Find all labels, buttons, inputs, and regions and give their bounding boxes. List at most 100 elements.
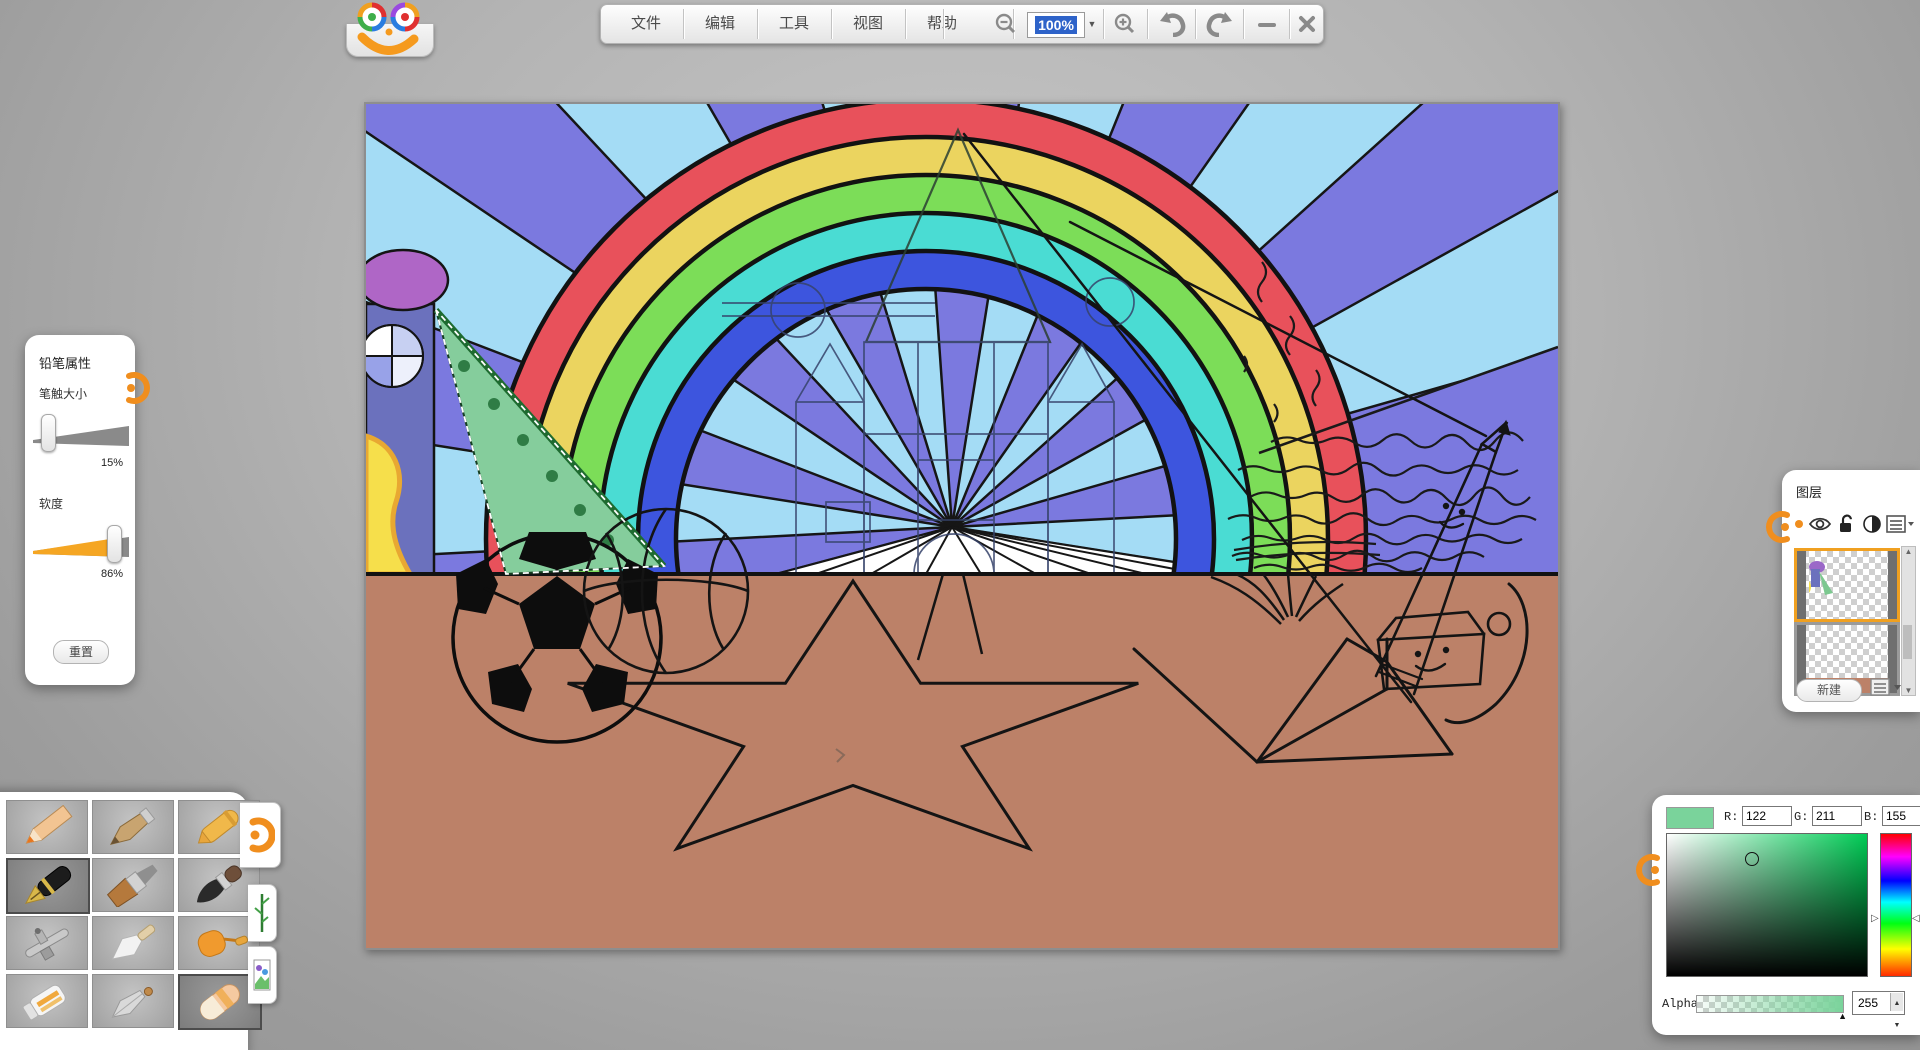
ink-brush-icon [187,863,251,907]
menu-tools[interactable]: 工具 [759,5,829,43]
menu-edit[interactable]: 编辑 [685,5,755,43]
palette-handle-icon [245,815,275,855]
panel-title: 铅笔属性 [39,353,91,372]
menu-view[interactable]: 视图 [833,5,903,43]
tool-paint-bottle[interactable] [6,974,88,1028]
brush-size-label: 笔触大小 [39,385,87,402]
layers-title: 图层 [1796,482,1822,501]
redo-button[interactable] [1199,8,1241,40]
menu-help[interactable]: 帮助 [907,5,977,43]
tool-colored-pencil[interactable] [6,800,88,854]
picture-stamp-icon [253,954,271,996]
reset-button[interactable]: 重置 [53,640,109,664]
zoom-level-field[interactable]: 100% [1027,12,1085,38]
palette-knife-icon [101,921,165,965]
r-input[interactable] [1742,806,1792,826]
magnifier-plus-icon [1113,12,1137,36]
undo-icon [1157,11,1187,37]
unlock-icon [1836,514,1856,534]
hue-marker-left[interactable]: ▷ [1871,913,1879,924]
redo-icon [1205,11,1235,37]
scroll-up-arrow[interactable]: ▲ [1902,547,1915,556]
app-window: 文件 编辑 工具 视图 帮助 100% ▼ [0,0,1920,1050]
fountain-pen-icon [16,864,80,908]
menu-file[interactable]: 文件 [611,5,681,43]
alpha-slider[interactable]: ▲ [1696,995,1844,1013]
clown-smile [362,37,414,51]
alpha-spinner[interactable]: ▲▼ [1890,993,1903,1011]
pencil-properties-panel: 铅笔属性 笔触大小 15% 软度 86% 重置 [25,335,135,685]
r-label: R: [1724,810,1738,824]
blend-toggle[interactable] [1862,514,1882,539]
tab-bamboo-brushes[interactable] [248,884,277,942]
layers-scrollbar[interactable]: ▲ ▼ [1901,546,1916,696]
magnifier-minus-icon [994,12,1018,36]
minimize-icon [1256,13,1278,35]
b-label: B: [1864,810,1878,824]
layer1-thumbnail [1797,551,1897,619]
tool-airbrush[interactable] [6,916,88,970]
b-input[interactable] [1882,806,1920,826]
list-icon-small [1870,677,1904,697]
tool-palette-knife[interactable] [92,916,174,970]
layers-more-menu[interactable] [1870,677,1904,702]
tool-wooden-pencil[interactable] [92,800,174,854]
zoom-level-value: 100% [1035,16,1077,34]
clown-eye-right [393,5,417,29]
hue-bar[interactable] [1880,833,1912,977]
eye-icon [1808,514,1832,534]
tool-detail-knife[interactable] [92,974,174,1028]
minimize-button[interactable] [1247,8,1287,40]
layer-item-1[interactable] [1794,548,1900,622]
lock-toggle[interactable] [1836,514,1856,539]
hue-marker-right[interactable]: ◁ [1912,913,1920,924]
clown-nose [386,29,393,36]
scroll-thumb[interactable] [1903,625,1912,659]
zoom-dropdown-caret[interactable]: ▼ [1085,12,1099,36]
alpha-value-box: 255 ▲▼ [1852,991,1905,1015]
alpha-value: 255 [1858,996,1878,1010]
brush-size-slider[interactable] [33,420,129,450]
palette-drag-tab[interactable] [240,802,281,868]
g-label: G: [1794,810,1808,824]
tool-fountain-pen[interactable] [6,858,90,914]
paint-bottle-icon [15,979,79,1023]
zoom-out-button[interactable] [989,8,1023,40]
panel-drag-handle[interactable] [121,371,151,405]
color-panel-drag-handle[interactable] [1635,853,1665,887]
tool-palette-panel [0,792,248,1050]
new-layer-button[interactable]: 新建 [1796,679,1862,702]
clown-logo-icon[interactable] [348,1,434,59]
color-picker-panel: R: G: B: ▷ ◁ Alpha ▲ 255 ▲▼ [1652,795,1920,1035]
layers-drag-handle[interactable] [1765,510,1795,544]
layers-panel: 图层 [1782,470,1920,712]
visibility-toggle[interactable] [1808,514,1832,539]
close-icon [1297,14,1317,34]
detail-knife-icon [101,979,165,1023]
tab-stamp-pictures[interactable] [248,946,277,1004]
close-button[interactable] [1293,8,1321,40]
clown-eye-left [360,5,384,29]
airbrush-icon [15,921,79,965]
softness-value: 86% [101,568,123,580]
active-layer-dot [1794,514,1804,539]
saturation-value-box[interactable] [1666,833,1868,977]
layer-menu-button[interactable] [1886,514,1916,539]
current-color-swatch [1666,807,1714,829]
canvas-artwork [366,104,1558,948]
sv-marker[interactable] [1745,852,1759,866]
brush-size-slider-handle[interactable] [41,414,56,452]
softness-label: 软度 [39,495,63,512]
flat-brush-icon [101,863,165,907]
eraser-icon [188,980,252,1024]
zoom-in-button[interactable] [1107,8,1143,40]
alpha-slider-marker[interactable]: ▲ [1838,1011,1847,1021]
undo-button[interactable] [1151,8,1193,40]
g-input[interactable] [1812,806,1862,826]
toolbar: 文件 编辑 工具 视图 帮助 100% ▼ [600,4,1324,44]
drawing-canvas[interactable] [364,102,1560,950]
tool-flat-brush[interactable] [92,858,174,912]
softness-slider[interactable] [33,531,129,561]
paint-roller-icon [187,921,251,965]
softness-slider-handle[interactable] [107,525,122,563]
